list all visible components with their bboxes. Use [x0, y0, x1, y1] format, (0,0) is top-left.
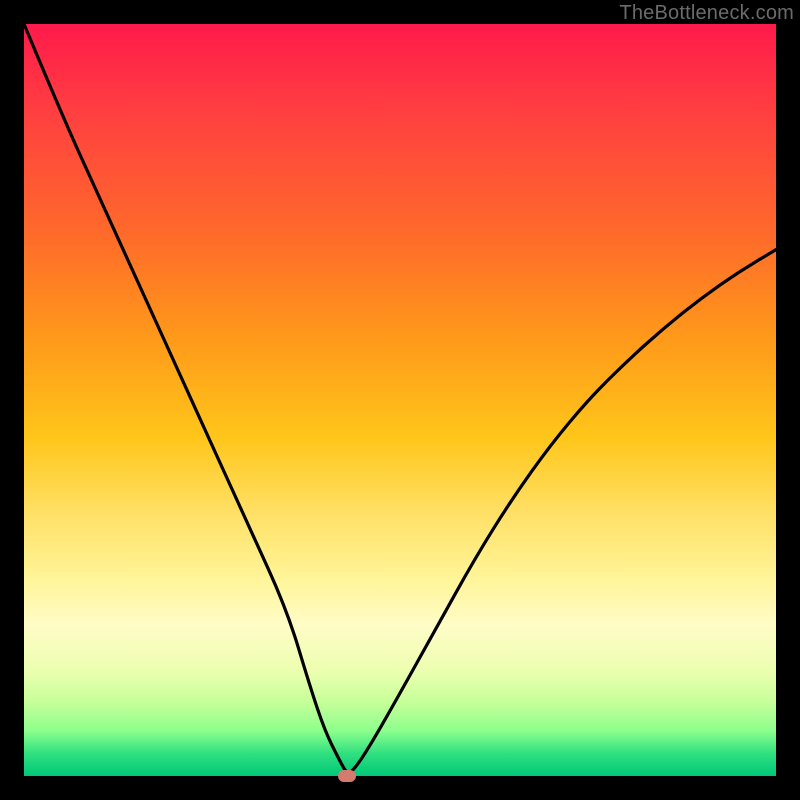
plot-area: [24, 24, 776, 776]
minimum-marker: [338, 770, 356, 782]
chart-frame: TheBottleneck.com: [0, 0, 800, 800]
watermark-text: TheBottleneck.com: [619, 2, 794, 25]
bottleneck-curve: [24, 24, 776, 776]
curve-path: [24, 24, 776, 772]
